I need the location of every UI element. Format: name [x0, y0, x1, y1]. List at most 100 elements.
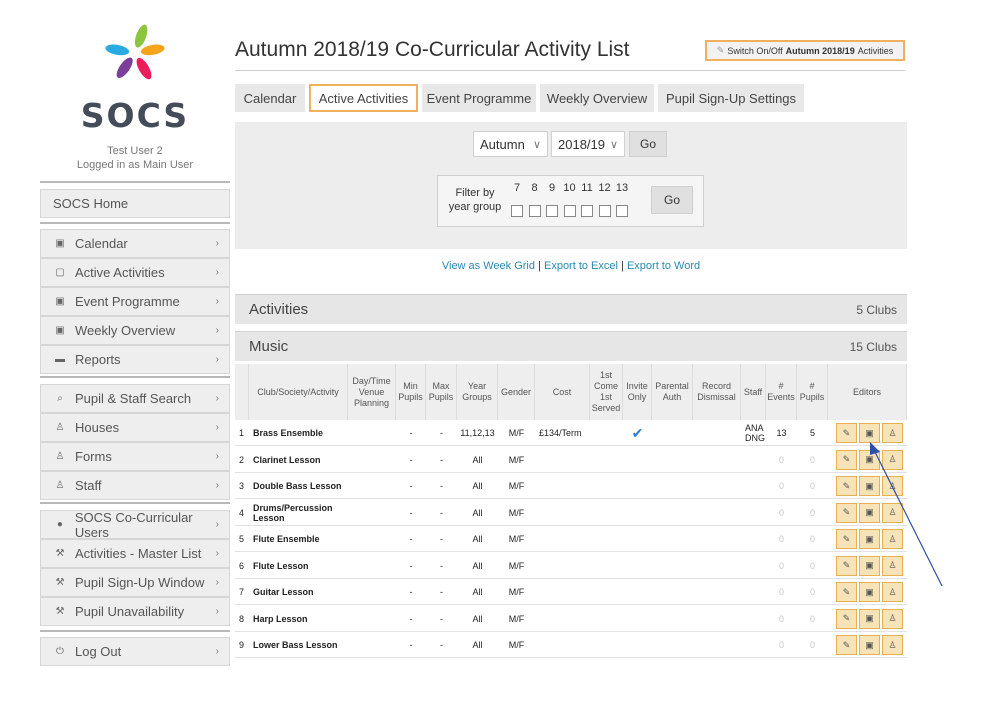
calendar-button[interactable]: ▣ [859, 608, 880, 629]
sidebar-item-pupil-unavailability[interactable]: ⚒ Pupil Unavailability › [40, 597, 230, 626]
tab-pupil-sign-up-settings[interactable]: Pupil Sign-Up Settings [658, 84, 804, 112]
staff-button[interactable]: ♙ [882, 635, 903, 655]
user-name: Test User 2 [107, 145, 163, 157]
clipboard-icon: ▢ [55, 267, 65, 278]
go-button[interactable]: Go [629, 131, 667, 157]
sidebar-item-log-out[interactable]: ⏻ Log Out › [40, 637, 230, 666]
table-cell: 0 [809, 613, 815, 624]
column-header[interactable]: # Pupils [797, 364, 828, 420]
sidebar-item-forms[interactable]: ♙ Forms › [40, 442, 230, 471]
table-row[interactable]: 4 Drums/Percussion Lesson - - All M/F 0 0 ✎ ▣ ♙ [235, 500, 907, 526]
export-excel-link[interactable]: Export to Excel [544, 260, 618, 272]
column-header[interactable]: Invite Only [623, 364, 652, 420]
column-header[interactable]: Gender [498, 364, 535, 420]
tab-weekly-overview[interactable]: Weekly Overview [540, 84, 654, 112]
table-row[interactable]: 7 Guitar Lesson - - All M/F 0 0 ✎ ▣ ♙ [235, 579, 907, 605]
sidebar-item-socs-home[interactable]: SOCS Home [40, 189, 230, 218]
sidebar-item-pupil-staff-search[interactable]: ⌕ Pupil & Staff Search › [40, 384, 230, 413]
switch-activities-button[interactable]: ✎ Switch On/Off Autumn 2018/19 Activitie… [705, 40, 905, 61]
sidebar-item-pupil-sign-up-window[interactable]: ⚒ Pupil Sign-Up Window › [40, 568, 230, 597]
table-row[interactable]: 9 Lower Bass Lesson - - All M/F 0 0 ✎ ▣ ♙ [235, 632, 907, 658]
column-header[interactable]: Max Pupils [426, 364, 457, 420]
table-cell [741, 632, 766, 658]
table-row[interactable]: 8 Harp Lesson - - All M/F 0 0 ✎ ▣ ♙ [235, 606, 907, 632]
year-select[interactable]: 2018/19 ∨ [551, 131, 625, 157]
sidebar-item-weekly-overview[interactable]: ▣ Weekly Overview › [40, 316, 230, 345]
sidebar-item-event-programme[interactable]: ▣ Event Programme › [40, 287, 230, 316]
column-header[interactable]: Record Dismissal [693, 364, 741, 420]
column-header[interactable]: Cost [535, 364, 590, 420]
activity-name[interactable]: Harp Lesson [249, 606, 348, 632]
sidebar-item-houses[interactable]: ♙ Houses › [40, 413, 230, 442]
table-row[interactable]: 3 Double Bass Lesson - - All M/F 0 0 ✎ ▣ ♙ [235, 473, 907, 499]
sidebar-item-calendar[interactable]: ▣ Calendar › [40, 229, 230, 258]
sidebar-divider [40, 502, 230, 504]
sidebar-item-staff[interactable]: ♙ Staff › [40, 471, 230, 500]
activity-name[interactable]: Flute Ensemble [249, 526, 348, 552]
activity-name[interactable]: Flute Lesson [249, 553, 348, 579]
calendar-button[interactable]: ▣ [859, 635, 880, 655]
chevron-right-icon: › [215, 354, 219, 365]
activity-name[interactable]: Guitar Lesson [249, 579, 348, 605]
filter-go-button[interactable]: Go [651, 186, 693, 214]
edit-button[interactable]: ✎ [836, 635, 857, 655]
tab-calendar[interactable]: Calendar [235, 84, 305, 112]
activity-name[interactable]: Lower Bass Lesson [249, 632, 348, 658]
edit-button[interactable]: ✎ [836, 529, 857, 549]
sidebar-item-activities-master-list[interactable]: ⚒ Activities - Master List › [40, 539, 230, 568]
year-group-checkbox[interactable] [528, 205, 541, 217]
column-header[interactable]: Parental Auth [652, 364, 693, 420]
edit-button[interactable]: ✎ [836, 476, 857, 496]
activity-name[interactable]: Drums/Percussion Lesson [249, 500, 348, 526]
table-cell: 0 [778, 534, 784, 544]
table-cell [693, 500, 741, 526]
editor-buttons: ✎ ▣ ♙ [836, 608, 903, 629]
year-group-checkbox[interactable] [616, 205, 628, 217]
year-group-checkbox[interactable] [581, 205, 593, 217]
column-header[interactable] [235, 364, 249, 420]
column-header[interactable]: Year Groups [457, 364, 498, 420]
column-header[interactable]: Club/Society/Activity [249, 364, 348, 420]
tab-event-programme[interactable]: Event Programme [422, 84, 536, 112]
socs-logo[interactable]: SOCS [40, 20, 230, 135]
activity-name[interactable]: Double Bass Lesson [249, 473, 348, 499]
sidebar-item-socs-co-curricular-users[interactable]: ● SOCS Co-Curricular Users › [40, 510, 230, 540]
table-cell [623, 500, 652, 526]
edit-button[interactable]: ✎ [836, 555, 857, 576]
sidebar-item-active-activities[interactable]: ▢ Active Activities › [40, 258, 230, 287]
sidebar-divider [40, 376, 230, 378]
year-group-checkbox[interactable] [511, 205, 523, 217]
column-header[interactable]: Editors [828, 364, 907, 420]
staff-button[interactable]: ♙ [882, 608, 903, 629]
tab-active-activities[interactable]: Active Activities [309, 84, 418, 112]
table-row[interactable]: 1 Brass Ensemble - - 11,12,13 M/F £134/Term ✔ AN… [235, 420, 907, 446]
table-row[interactable]: 2 Clarinet Lesson - - All M/F 0 0 ✎ ▣ ♙ [235, 447, 907, 473]
table-row[interactable]: 6 Flute Lesson - - All M/F 0 0 ✎ ▣ ♙ [235, 553, 907, 579]
edit-button[interactable]: ✎ [836, 608, 857, 629]
column-header[interactable]: Staff [741, 364, 766, 420]
chevron-down-icon: ∨ [532, 138, 541, 151]
music-section-header[interactable]: Music 15 Clubs [235, 331, 907, 361]
column-header[interactable]: 1st Come 1st Served [590, 364, 623, 420]
chevron-right-icon: › [215, 267, 219, 278]
year-group-checkbox[interactable] [598, 205, 611, 217]
edit-button[interactable]: ✎ [836, 423, 857, 443]
year-group-checkbox[interactable] [546, 205, 558, 217]
column-header[interactable]: Day/Time Venue Planning [348, 364, 396, 420]
activity-name[interactable]: Clarinet Lesson [249, 447, 348, 473]
column-header[interactable]: # Events [766, 364, 797, 420]
edit-button[interactable]: ✎ [836, 582, 857, 602]
edit-button[interactable]: ✎ [836, 502, 857, 523]
year-group-checkbox[interactable] [563, 205, 576, 217]
edit-button[interactable]: ✎ [836, 449, 857, 470]
column-header[interactable]: Min Pupils [396, 364, 426, 420]
export-word-link[interactable]: Export to Word [627, 260, 700, 272]
activity-name[interactable]: Brass Ensemble [249, 420, 348, 446]
switch-bold: Autumn 2018/19 [785, 45, 855, 56]
sidebar-item-reports[interactable]: ▬ Reports › [40, 345, 230, 374]
activities-section-header[interactable]: Activities 5 Clubs [235, 294, 907, 324]
view-week-grid-link[interactable]: View as Week Grid [442, 260, 535, 272]
calendar-icon: ▣ [865, 613, 874, 623]
table-row[interactable]: 5 Flute Ensemble - - All M/F 0 0 ✎ ▣ ♙ [235, 526, 907, 552]
term-select[interactable]: Autumn ∨ [473, 131, 548, 157]
